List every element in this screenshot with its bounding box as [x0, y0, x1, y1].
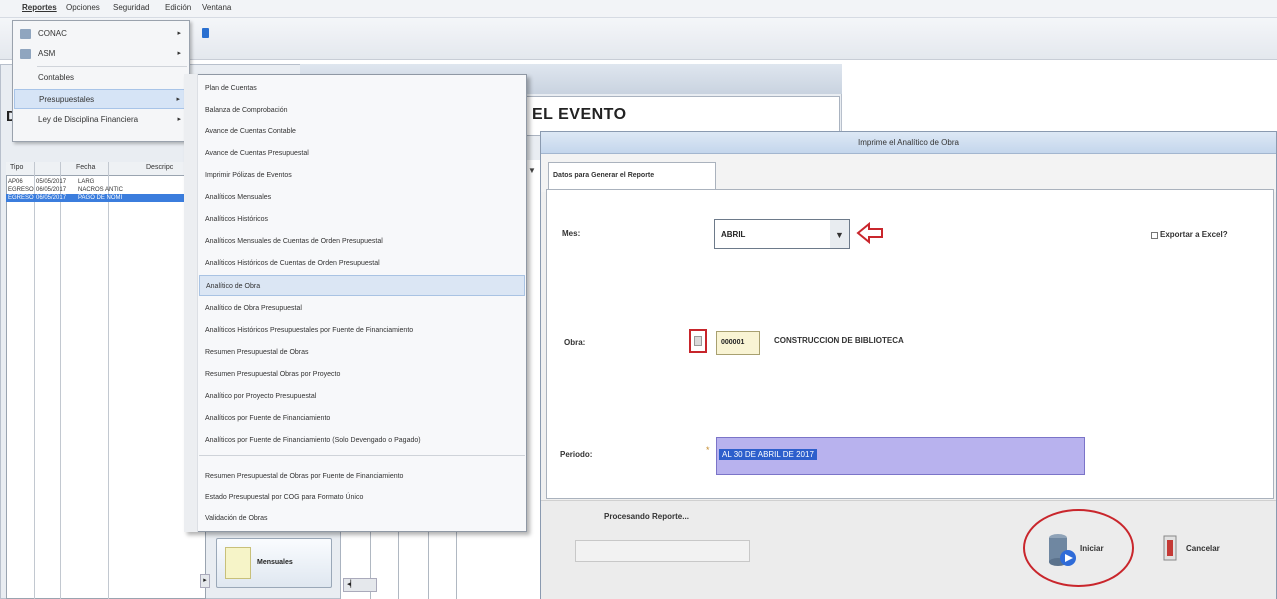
reportes-menu: CONAC ▸ ASM ▸ Contables Presupuestales ▸… — [12, 20, 190, 142]
cancelar-button[interactable]: Cancelar — [1158, 530, 1248, 570]
submenu-item[interactable]: Analíticos Históricos de Cuentas de Orde… — [199, 253, 525, 274]
procesando-label: Procesando Reporte... — [604, 512, 689, 521]
menu-reportes[interactable]: Reportes — [22, 3, 57, 12]
menu-separator — [37, 66, 187, 67]
dialog-title: Imprime el Analítico de Obra — [541, 132, 1276, 154]
submenu-item[interactable]: Avance de Cuentas Presupuestal — [199, 143, 525, 164]
exportar-excel-checkbox[interactable] — [1151, 232, 1158, 239]
submenu-item[interactable]: Analíticos por Fuente de Financiamiento … — [199, 430, 525, 451]
menu-edicion[interactable]: Edición — [165, 3, 191, 12]
menu-seguridad[interactable]: Seguridad — [113, 3, 149, 12]
submenu-items: Plan de Cuentas Balanza de Comprobación … — [184, 74, 527, 532]
menu-opciones[interactable]: Opciones — [66, 3, 100, 12]
events-grid — [6, 162, 206, 599]
arrow-left-annotation-icon — [856, 221, 886, 246]
required-star-icon: * — [706, 445, 710, 455]
grid-column-divider — [60, 162, 61, 599]
submenu-item[interactable]: Analíticos Mensuales — [199, 187, 525, 208]
highlight-circle — [1023, 509, 1134, 587]
progress-bar — [575, 540, 750, 562]
submenu-item[interactable]: Analíticos por Fuente de Financiamiento — [199, 408, 525, 429]
grid-header-descripcion[interactable]: Descripc — [146, 164, 173, 171]
grid-header-fecha[interactable]: Fecha — [76, 164, 95, 171]
toolbar-info-icon[interactable] — [202, 28, 209, 38]
periodo-value[interactable]: AL 30 DE ABRIL DE 2017 — [719, 449, 817, 460]
periodo-label: Periodo: — [560, 450, 593, 459]
menu-separator — [199, 455, 525, 456]
submenu-item[interactable]: Analíticos Mensuales de Cuentas de Orden… — [199, 231, 525, 252]
chevron-right-icon: ▸ — [177, 50, 181, 57]
obra-code-field[interactable]: 000001 — [716, 331, 760, 355]
tab-datos-reporte[interactable]: Datos para Generar el Reporte — [548, 162, 716, 190]
folder-icon — [20, 49, 31, 59]
toolbar — [0, 18, 1277, 60]
folder-icon — [20, 29, 31, 39]
menu-ventana[interactable]: Ventana — [202, 3, 231, 12]
mes-dropdown-button[interactable]: ▼ — [830, 219, 850, 249]
exit-door-icon — [1162, 534, 1180, 562]
chevron-down-icon[interactable]: ▼ — [528, 166, 536, 175]
background-heading: EL EVENTO — [532, 106, 627, 123]
submenu-item[interactable]: Analítico de Obra Presupuestal — [199, 298, 525, 319]
grid-header-tipo[interactable]: Tipo — [10, 164, 23, 171]
cancelar-label: Cancelar — [1186, 544, 1220, 553]
obra-lookup-button[interactable] — [689, 329, 707, 353]
document-icon — [225, 547, 251, 579]
table-row[interactable]: AP06 05/05/2017 LARG — [6, 178, 206, 186]
submenu-item-analitico-obra[interactable]: Analítico de Obra — [199, 275, 525, 296]
obra-label: Obra: — [564, 338, 586, 347]
submenu-item[interactable]: Resumen Presupuestal de Obras por Fuente… — [199, 466, 525, 487]
submenu-item[interactable]: Estado Presupuestal por COG para Formato… — [199, 487, 525, 508]
chevron-right-icon: ▸ — [176, 96, 180, 103]
table-row-selected[interactable]: EGRESO 06/05/2017 PAGO DE NOMI — [6, 194, 206, 202]
menu-item-asm[interactable]: ASM ▸ — [14, 44, 189, 64]
submenu-item[interactable]: Resumen Presupuestal de Obras — [199, 342, 525, 363]
submenu-item[interactable]: Plan de Cuentas — [199, 78, 525, 99]
scroll-right-icon[interactable]: ▸ — [200, 574, 210, 588]
events-grid-header: Tipo Fecha Descripc — [6, 162, 206, 176]
obra-name: CONSTRUCCION DE BIBLIOTECA — [774, 336, 904, 345]
submenu-item[interactable]: Balanza de Comprobación — [199, 100, 525, 121]
mes-select[interactable]: ABRIL — [714, 219, 832, 249]
menu-item-ley-disciplina[interactable]: Ley de Disciplina Financiera ▸ — [14, 110, 189, 130]
chevron-right-icon: ▸ — [177, 30, 181, 37]
mensuales-label: Mensuales — [257, 559, 293, 566]
grid-column-divider — [34, 162, 35, 599]
submenu-item[interactable]: Analítico por Proyecto Presupuestal — [199, 386, 525, 407]
chevron-right-icon: ▸ — [177, 116, 181, 123]
submenu-item[interactable]: Resumen Presupuestal Obras por Proyecto — [199, 364, 525, 385]
menu-item-conac[interactable]: CONAC ▸ — [14, 24, 189, 44]
menu-item-contables[interactable]: Contables — [14, 68, 189, 88]
grid-column-divider — [108, 162, 109, 599]
table-row[interactable]: EGRESO 06/05/2017 NACROS ANTIC — [6, 186, 206, 194]
mensuales-button[interactable]: Mensuales — [216, 538, 332, 588]
menu-bar: Reportes Opciones Seguridad Edición Vent… — [0, 0, 1277, 18]
submenu-item[interactable]: Imprimir Pólizas de Eventos — [199, 165, 525, 186]
lookup-icon — [694, 336, 702, 346]
submenu-item[interactable]: Avance de Cuentas Contable — [199, 121, 525, 142]
scroll-left-button[interactable]: ◂▏ — [343, 578, 377, 592]
submenu-item[interactable]: Analíticos Históricos Presupuestales por… — [199, 320, 525, 341]
submenu-item[interactable]: Analíticos Históricos — [199, 209, 525, 230]
menu-item-presupuestales[interactable]: Presupuestales ▸ — [14, 89, 189, 109]
submenu-item[interactable]: Validación de Obras — [199, 508, 525, 529]
mes-label: Mes: — [562, 229, 581, 238]
exportar-excel-label: Exportar a Excel? — [1160, 230, 1228, 239]
